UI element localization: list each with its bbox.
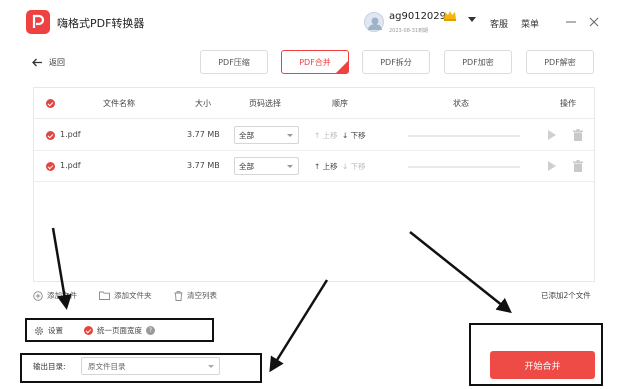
trash-icon[interactable] — [573, 129, 583, 144]
tab-pdf-compress[interactable]: PDF压缩 — [200, 50, 268, 74]
tab-label: PDF合并 — [299, 57, 331, 67]
help-icon[interactable]: ? — [146, 326, 155, 335]
page-range-value: 全部 — [239, 162, 254, 171]
tab-label: PDF拆分 — [380, 57, 412, 67]
settings-label: 设置 — [48, 326, 63, 335]
file-table: 文件名称 大小 页码选择 顺序 状态 操作 1.pdf 3.77 MB 全部 ↑… — [33, 87, 595, 282]
add-folder-label: 添加文件夹 — [114, 291, 152, 300]
move-down-button[interactable]: ↓ 下移 — [342, 161, 366, 172]
header-order: 顺序 — [332, 99, 348, 108]
move-down-label: 下移 — [350, 131, 366, 140]
table-row: 1.pdf 3.77 MB 全部 ↑ 上移 ↓ 下移 — [34, 120, 594, 151]
unify-page-width-option[interactable]: 统一页面宽度 ? — [84, 325, 155, 336]
user-avatar[interactable] — [364, 12, 384, 32]
customer-service-button[interactable]: 客服 — [490, 17, 508, 30]
file-size: 3.77 MB — [187, 161, 220, 170]
arrow-to-output — [269, 279, 329, 373]
gear-icon — [34, 326, 44, 335]
header-size: 大小 — [195, 99, 211, 108]
caret-down-icon — [208, 365, 214, 368]
close-icon[interactable] — [588, 16, 600, 28]
tab-label: PDF加密 — [462, 57, 494, 67]
clear-list-button[interactable]: 清空列表 — [174, 290, 217, 301]
tab-pdf-split[interactable]: PDF拆分 — [362, 50, 430, 74]
play-icon[interactable] — [548, 130, 556, 140]
table-row: 1.pdf 3.77 MB 全部 ↑ 上移 ↓ 下移 — [34, 151, 594, 182]
output-directory-label: 输出目录: — [33, 362, 66, 371]
minimize-icon[interactable] — [565, 17, 577, 27]
progress-bar — [408, 135, 520, 137]
page-range-select[interactable]: 全部 — [234, 126, 299, 144]
active-corner-marker — [336, 61, 348, 73]
tab-pdf-decrypt[interactable]: PDF解密 — [526, 50, 594, 74]
back-label: 返回 — [49, 58, 65, 67]
move-down-label: 下移 — [350, 162, 366, 171]
title-bar: 嗨格式PDF转换器 ag9012029 2023-08-31到期 客服 菜单 — [0, 0, 625, 44]
move-down-button[interactable]: ↓ 下移 — [342, 130, 366, 141]
tab-label: PDF解密 — [544, 57, 576, 67]
unify-width-label: 统一页面宽度 — [97, 326, 142, 335]
trash-icon[interactable] — [573, 160, 583, 175]
move-up-button[interactable]: ↑ 上移 — [314, 130, 338, 141]
settings-button[interactable]: 设置 — [34, 325, 63, 336]
chevron-down-icon[interactable] — [468, 16, 476, 26]
page-range-select[interactable]: 全部 — [234, 157, 299, 175]
select-all-checkbox[interactable] — [46, 99, 55, 108]
app-title: 嗨格式PDF转换器 — [57, 17, 145, 30]
crown-icon — [443, 10, 457, 24]
add-file-label: 添加文件 — [47, 291, 77, 300]
progress-bar — [408, 166, 520, 168]
header-page-select: 页码选择 — [249, 99, 281, 108]
clear-list-label: 清空列表 — [187, 291, 217, 300]
unify-width-checkbox[interactable] — [84, 326, 93, 335]
arrow-left-icon — [32, 58, 42, 67]
header-status: 状态 — [453, 99, 469, 108]
trash-icon — [174, 290, 183, 301]
table-header: 文件名称 大小 页码选择 顺序 状态 操作 — [34, 88, 594, 119]
move-up-label: 上移 — [322, 131, 338, 140]
add-folder-button[interactable]: 添加文件夹 — [99, 290, 152, 301]
file-count: 已添加2个文件 — [541, 291, 591, 300]
back-button[interactable]: 返回 — [32, 57, 65, 68]
move-up-label: 上移 — [322, 162, 338, 171]
output-directory-value: 原文件目录 — [88, 362, 126, 371]
row-checkbox[interactable] — [46, 162, 55, 171]
start-merge-button[interactable]: 开始合并 — [490, 351, 595, 379]
menu-button[interactable]: 菜单 — [521, 17, 539, 30]
plus-circle-icon — [33, 290, 43, 301]
tab-pdf-encrypt[interactable]: PDF加密 — [444, 50, 512, 74]
caret-down-icon — [287, 134, 293, 137]
file-size: 3.77 MB — [187, 130, 220, 139]
vip-expiry-date: 2023-08-31到期 — [389, 28, 429, 34]
move-up-button[interactable]: ↑ 上移 — [314, 161, 338, 172]
caret-down-icon — [287, 165, 293, 168]
row-checkbox[interactable] — [46, 131, 55, 140]
tab-label: PDF压缩 — [218, 57, 250, 67]
folder-icon — [99, 291, 110, 300]
header-file-name: 文件名称 — [103, 99, 135, 108]
pdf-app-logo-icon — [26, 10, 50, 34]
file-name: 1.pdf — [60, 130, 81, 139]
page-range-value: 全部 — [239, 131, 254, 140]
add-file-button[interactable]: 添加文件 — [33, 290, 77, 301]
username[interactable]: ag9012029 — [389, 11, 446, 22]
header-actions: 操作 — [560, 99, 576, 108]
file-name: 1.pdf — [60, 161, 81, 170]
output-directory-select[interactable]: 原文件目录 — [81, 357, 220, 375]
tab-pdf-merge[interactable]: PDF合并 — [281, 50, 349, 74]
play-icon[interactable] — [548, 161, 556, 171]
